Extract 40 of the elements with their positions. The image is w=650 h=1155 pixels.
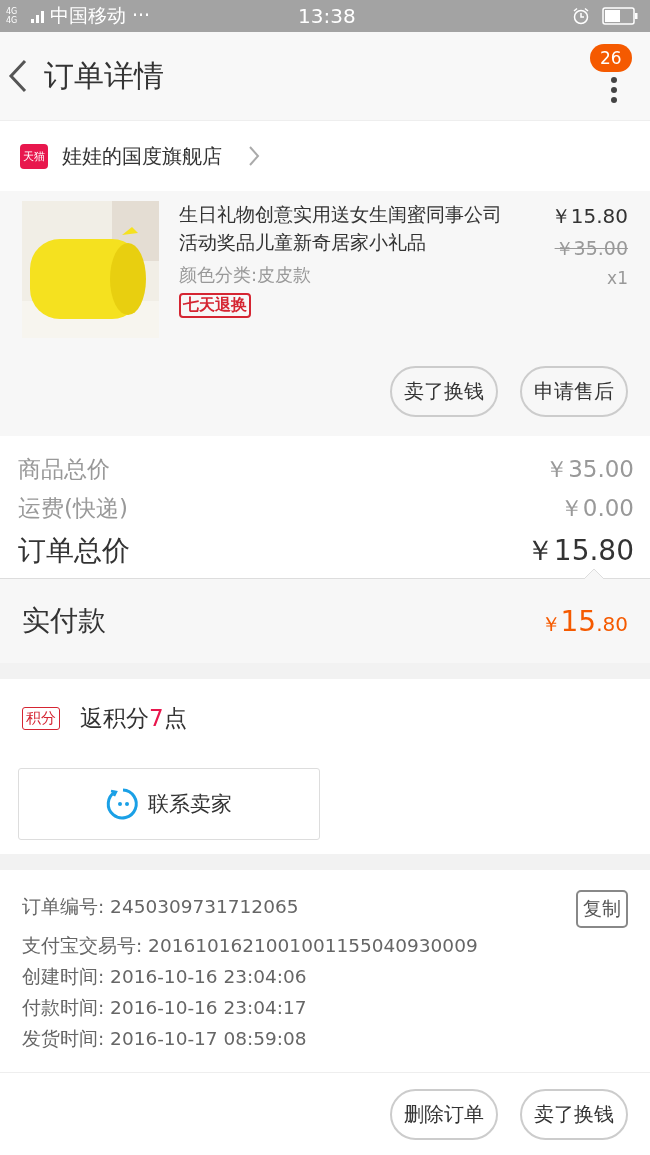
summary-value: ￥15.80 — [525, 533, 634, 569]
alarm-icon — [572, 7, 590, 25]
order-action-button[interactable]: 删除订单 — [390, 1088, 498, 1140]
product-action-button[interactable]: 申请售后 — [520, 366, 628, 417]
return-policy-tag: 七天退换 — [179, 293, 251, 318]
order-info-line: 发货时间: 2016-10-17 08:59:08 — [22, 1027, 307, 1051]
notification-badge: 26 — [590, 44, 632, 72]
chat-face-icon — [106, 787, 140, 821]
page-title: 订单详情 — [44, 56, 165, 95]
summary-label: 订单总价 — [18, 533, 130, 569]
summary-value: ￥0.00 — [559, 494, 634, 523]
paid-label: 实付款 — [22, 603, 106, 639]
copy-button[interactable]: 复制 — [576, 890, 628, 928]
paid-amount: ￥15.80 — [540, 604, 628, 638]
order-info-line: 付款时间: 2016-10-16 23:04:17 — [22, 996, 307, 1020]
battery-icon — [602, 7, 638, 25]
network-label: 4G 4G — [6, 7, 19, 25]
store-name[interactable]: 娃娃的国度旗舰店 — [62, 142, 222, 170]
summary-label: 运费(快递) — [18, 494, 128, 523]
product-title[interactable]: 生日礼物创意实用送女生闺蜜同事公司活动奖品儿童新奇居家小礼品 — [179, 201, 515, 257]
carrier-label: 中国移动 ··· — [50, 3, 151, 28]
order-action-button[interactable]: 卖了换钱 — [520, 1088, 628, 1140]
original-price: ￥35.00 — [554, 236, 628, 261]
clock-time: 13:38 — [298, 4, 356, 28]
back-icon[interactable] — [8, 59, 28, 93]
signal-icon — [31, 9, 47, 23]
summary-value: ￥35.00 — [545, 455, 634, 484]
points-text: 返积分7点 — [80, 704, 187, 733]
order-info-line: 订单编号: 2450309731712065 — [22, 895, 299, 919]
product-variant: 颜色分类:皮皮款 — [179, 263, 312, 287]
contact-seller-button[interactable]: 联系卖家 — [18, 768, 320, 840]
product-action-button[interactable]: 卖了换钱 — [390, 366, 498, 417]
order-info-line: 创建时间: 2016-10-16 23:04:06 — [22, 965, 307, 989]
store-badge: 天猫 — [20, 143, 48, 169]
more-icon[interactable] — [610, 76, 618, 104]
product-price: ￥15.80 — [550, 203, 628, 230]
points-badge: 积分 — [22, 707, 60, 730]
order-info-line: 支付宝交易号: 2016101621001001155040930009 — [22, 934, 478, 958]
quantity: x1 — [607, 268, 628, 288]
summary-label: 商品总价 — [18, 455, 110, 484]
